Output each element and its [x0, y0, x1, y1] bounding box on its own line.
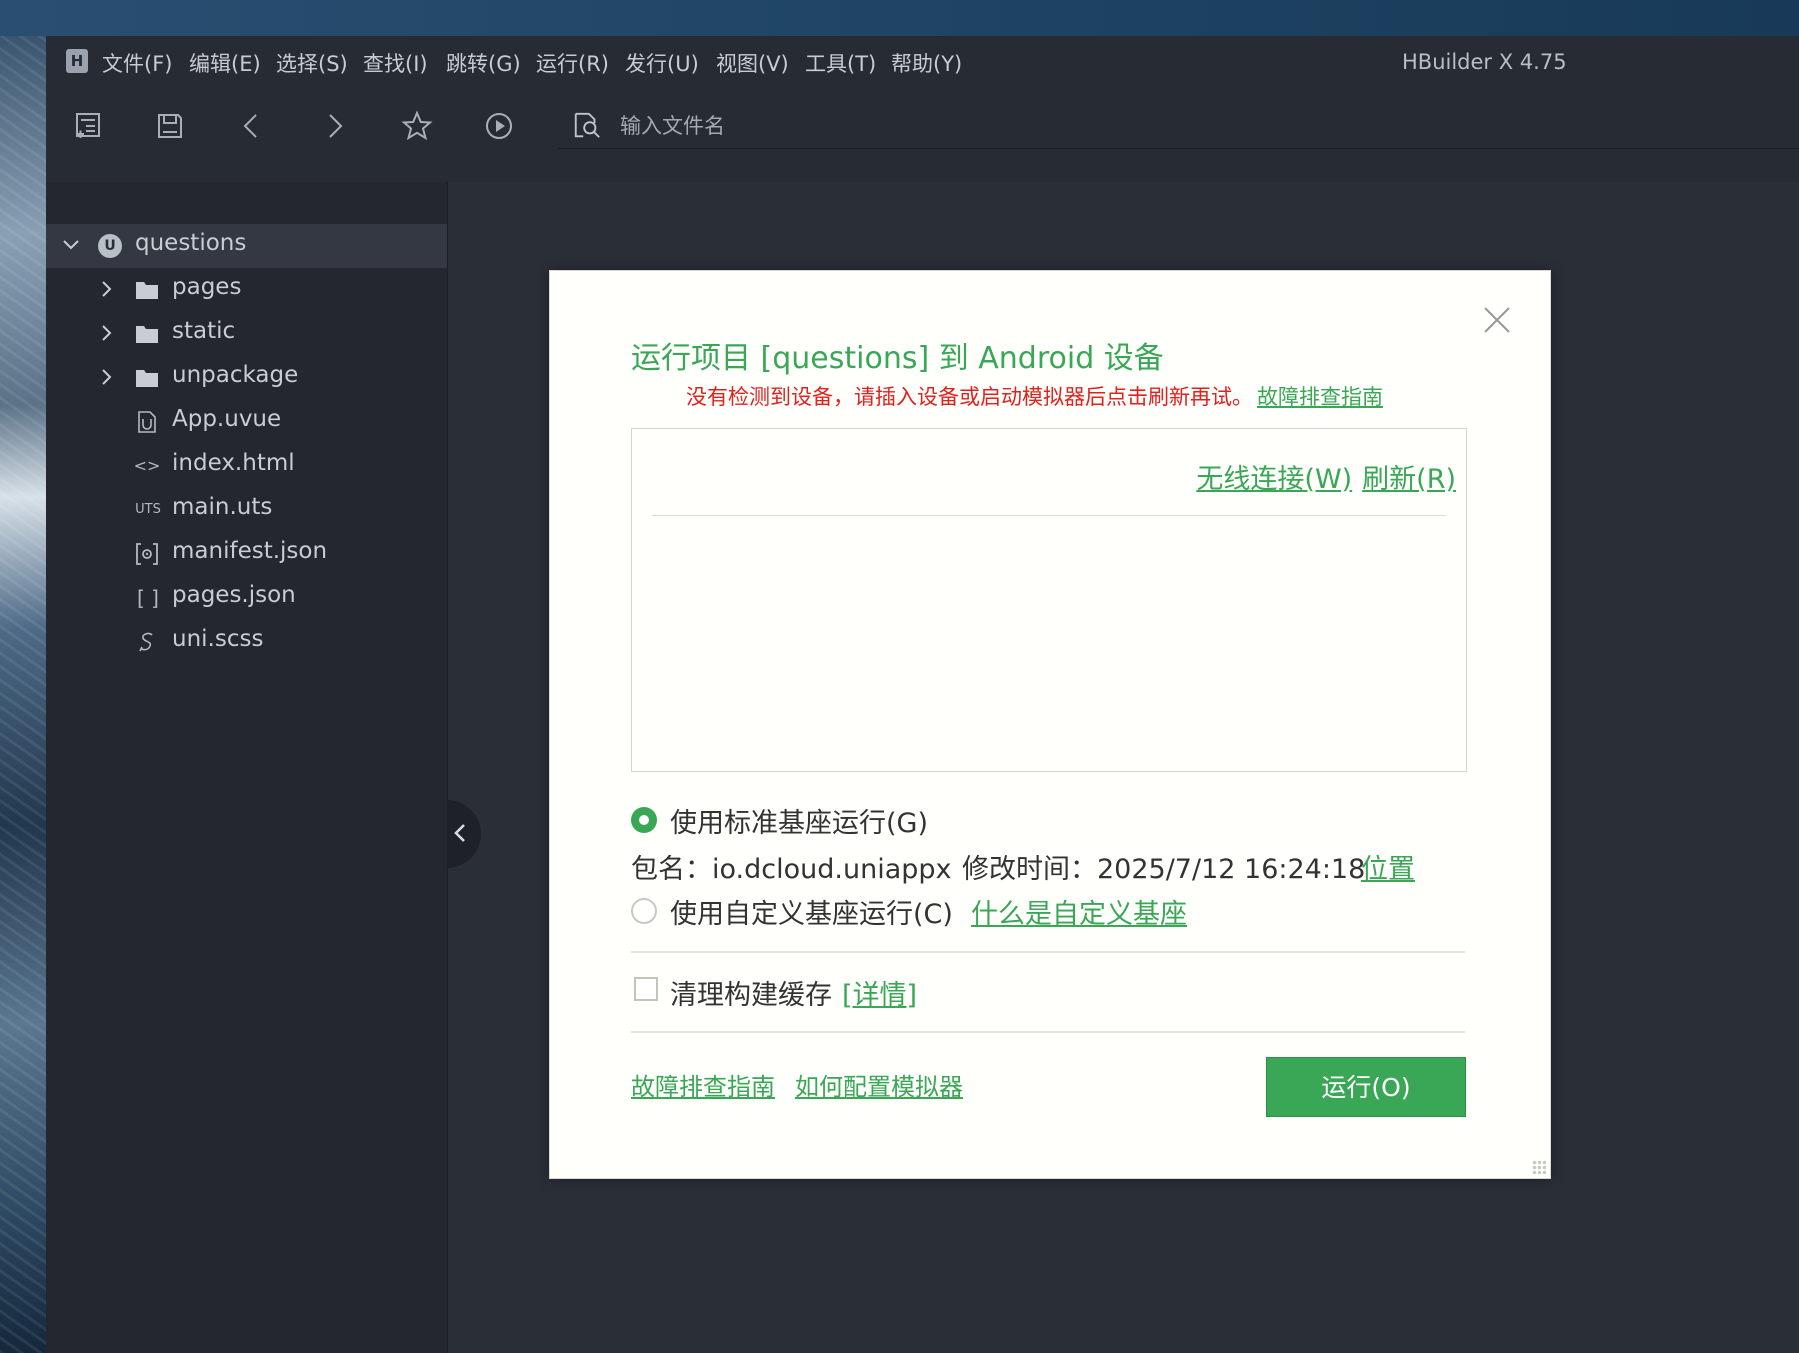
- star-icon[interactable]: [401, 110, 433, 142]
- tree-project-questions[interactable]: U questions: [46, 224, 447, 268]
- manifest-file-icon: [136, 543, 158, 565]
- chevron-right-icon[interactable]: [96, 278, 118, 300]
- menu-bar: H 文件(F) 编辑(E) 选择(S) 查找(I) 跳转(G) 运行(R) 发行…: [46, 36, 1799, 86]
- chevron-right-icon[interactable]: [96, 322, 118, 344]
- tree-label: uni.scss: [172, 626, 264, 652]
- wireless-connect-link[interactable]: 无线连接(W): [1196, 464, 1352, 495]
- clear-cache-label[interactable]: 清理构建缓存: [670, 973, 832, 1012]
- toolbar: [46, 86, 1799, 182]
- file-search-icon[interactable]: [572, 110, 602, 140]
- tree-label: unpackage: [172, 362, 299, 388]
- tree-label: index.html: [172, 450, 295, 476]
- refresh-link[interactable]: 刷新(R): [1362, 464, 1456, 495]
- tree-item-file[interactable]: App.uvue: [46, 400, 447, 444]
- location-link[interactable]: 位置: [1361, 847, 1415, 886]
- warning-text: 没有检测到设备，请插入设备或启动模拟器后点击刷新再试。: [686, 385, 1253, 409]
- uvue-file-icon: [138, 411, 156, 433]
- tree-item-folder[interactable]: static: [46, 312, 447, 356]
- folder-icon: [136, 282, 158, 299]
- menu-file[interactable]: 文件(F): [102, 48, 172, 78]
- scss-file-icon: [139, 632, 153, 652]
- save-icon[interactable]: [154, 110, 186, 142]
- menu-goto[interactable]: 跳转(G): [446, 48, 521, 78]
- run-to-android-dialog: 运行项目 [questions] 到 Android 设备 没有检测到设备，请插…: [549, 270, 1551, 1179]
- new-file-icon[interactable]: [72, 110, 104, 142]
- tree-label: pages: [172, 274, 242, 300]
- tree-label: manifest.json: [172, 538, 328, 564]
- menu-publish[interactable]: 发行(U): [625, 48, 699, 78]
- details-link[interactable]: [详情]: [842, 973, 917, 1012]
- resize-grip-icon[interactable]: [1532, 1160, 1546, 1174]
- run-button[interactable]: 运行(O): [1266, 1057, 1466, 1117]
- forward-icon[interactable]: [318, 110, 350, 142]
- device-list: 无线连接(W) 刷新(R): [631, 428, 1467, 772]
- project-explorer: U questions pages static unpackage App.u…: [46, 182, 448, 1353]
- menu-tools[interactable]: 工具(T): [805, 48, 876, 78]
- divider: [631, 1031, 1465, 1033]
- standard-base-label[interactable]: 使用标准基座运行(G): [670, 801, 928, 840]
- close-icon[interactable]: [1482, 305, 1512, 335]
- modified-time: 修改时间：2025/7/12 16:24:18: [962, 854, 1366, 885]
- desktop-background-left: [0, 36, 46, 1353]
- tree-label: pages.json: [172, 582, 296, 608]
- menu-run[interactable]: 运行(R): [536, 48, 609, 78]
- uts-file-icon: UTS: [135, 502, 161, 517]
- troubleshoot-guide-link[interactable]: 故障排查指南: [631, 1067, 775, 1102]
- configure-emulator-link[interactable]: 如何配置模拟器: [795, 1067, 963, 1102]
- desktop-background-top: [0, 0, 1799, 36]
- menu-view[interactable]: 视图(V): [716, 48, 789, 78]
- divider: [631, 951, 1465, 953]
- no-device-warning: 没有检测到设备，请插入设备或启动模拟器后点击刷新再试。 故障排查指南: [686, 381, 1383, 411]
- tree-label: App.uvue: [172, 406, 282, 432]
- tree-item-file[interactable]: [ ] pages.json: [46, 576, 447, 620]
- tree-item-folder[interactable]: unpackage: [46, 356, 447, 400]
- custom-base-radio[interactable]: [631, 898, 657, 924]
- device-actions: 无线连接(W) 刷新(R): [1196, 457, 1456, 496]
- tree-label: main.uts: [172, 494, 273, 520]
- clear-cache-checkbox[interactable]: [634, 977, 658, 1001]
- menu-select[interactable]: 选择(S): [276, 48, 348, 78]
- tree-label: questions: [135, 230, 247, 256]
- uniapp-project-icon: U: [98, 234, 122, 258]
- dialog-title: 运行项目 [questions] 到 Android 设备: [631, 341, 1164, 376]
- chevron-down-icon[interactable]: [60, 234, 82, 256]
- menu-find[interactable]: 查找(I): [363, 48, 428, 78]
- back-icon[interactable]: [236, 110, 268, 142]
- app-logo-icon: H: [66, 49, 88, 73]
- package-name: 包名：io.dcloud.uniappx: [631, 854, 952, 885]
- run-icon[interactable]: [483, 110, 515, 142]
- chevron-left-icon: [454, 824, 465, 842]
- tree-item-file[interactable]: <> index.html: [46, 444, 447, 488]
- chevron-right-icon[interactable]: [96, 366, 118, 388]
- window-title: HBuilder X 4.75: [1402, 50, 1567, 74]
- warning-troubleshoot-link[interactable]: 故障排查指南: [1257, 385, 1383, 409]
- device-list-divider: [652, 515, 1446, 516]
- tree-item-folder[interactable]: pages: [46, 268, 447, 312]
- file-search-input[interactable]: [618, 108, 1222, 144]
- folder-icon: [136, 326, 158, 343]
- what-is-custom-base-link[interactable]: 什么是自定义基座: [971, 892, 1187, 931]
- tree-item-file[interactable]: manifest.json: [46, 532, 447, 576]
- tree-item-file[interactable]: uni.scss: [46, 620, 447, 664]
- menu-edit[interactable]: 编辑(E): [189, 48, 261, 78]
- json-file-icon: [ ]: [137, 586, 159, 610]
- html-file-icon: <>: [133, 456, 161, 475]
- file-search-box: [558, 104, 1799, 149]
- tree-item-file[interactable]: UTS main.uts: [46, 488, 447, 532]
- tree-label: static: [172, 318, 236, 344]
- menu-help[interactable]: 帮助(Y): [891, 48, 962, 78]
- custom-base-label[interactable]: 使用自定义基座运行(C): [670, 892, 953, 931]
- folder-icon: [136, 370, 158, 387]
- standard-base-radio[interactable]: [631, 807, 657, 833]
